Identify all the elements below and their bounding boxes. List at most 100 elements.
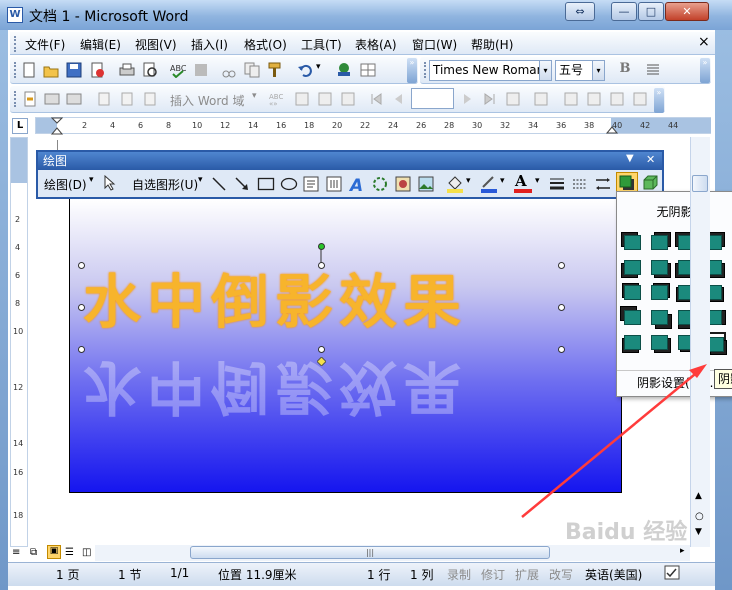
text-box-icon[interactable] (303, 176, 319, 192)
switch-window-button[interactable]: ⇔ (565, 2, 595, 21)
status-extend[interactable]: 扩展 (515, 566, 539, 583)
print-layout-view-icon[interactable]: ▣ (47, 545, 61, 559)
line-icon[interactable] (211, 176, 227, 192)
spelling-grammar-icon[interactable]: ABC (170, 62, 186, 78)
status-track-changes[interactable]: 修订 (481, 566, 505, 583)
find-entry-icon[interactable] (505, 91, 521, 107)
horizontal-ruler[interactable]: 2 4 6 8 10 12 14 16 18 20 22 24 26 28 30… (35, 117, 711, 135)
insert-wordart-icon[interactable]: A (349, 175, 367, 193)
open-icon[interactable] (43, 62, 59, 78)
scroll-right-icon[interactable]: ▸ (680, 546, 685, 556)
status-language[interactable]: 英语(美国) (585, 566, 642, 583)
outline-view-icon[interactable]: ☰ (65, 547, 74, 558)
match-fields-icon[interactable] (317, 91, 333, 107)
horizontal-scroll-thumb[interactable]: ||| (190, 546, 550, 559)
dash-style-icon[interactable] (572, 176, 588, 192)
diagram-icon[interactable] (372, 176, 388, 192)
new-document-icon[interactable] (21, 62, 37, 78)
print-icon[interactable] (119, 62, 135, 78)
permission-icon[interactable] (89, 62, 105, 78)
shadow-style-option[interactable] (621, 282, 645, 304)
title-bar[interactable]: W 文档 1 - Microsoft Word ⇔ — □ ✕ (0, 0, 732, 30)
resize-handle-se[interactable] (558, 346, 565, 353)
menu-window[interactable]: 窗口(W) (412, 36, 457, 53)
font-size-dropdown-icon[interactable]: ▾ (592, 60, 605, 81)
merge-to-email-icon[interactable] (609, 91, 625, 107)
cut-icon[interactable] (221, 62, 237, 78)
arrow-tool-icon[interactable] (234, 176, 250, 192)
menu-edit[interactable]: 编辑(E) (80, 36, 121, 53)
oval-icon[interactable] (280, 176, 298, 192)
insert-word-field-button[interactable]: 插入 Word 域 (170, 92, 244, 109)
view-merged-data-icon[interactable]: ABC«» (269, 91, 285, 107)
menu-file[interactable]: 文件(F) (25, 36, 65, 53)
formatting-toolbar-options-icon[interactable]: » (700, 58, 710, 83)
menu-help[interactable]: 帮助(H) (471, 36, 513, 53)
vertical-scroll-thumb[interactable] (692, 175, 708, 192)
save-icon[interactable] (66, 62, 82, 78)
undo-icon[interactable] (297, 62, 313, 78)
menubar-grip[interactable] (14, 36, 17, 52)
hyperlink-icon[interactable] (336, 62, 352, 78)
next-record-icon[interactable] (460, 91, 476, 107)
normal-view-icon[interactable]: ≡ (12, 547, 20, 558)
indent-marker-icon[interactable] (51, 117, 63, 135)
minimize-button[interactable]: — (611, 2, 637, 21)
tables-borders-icon[interactable] (360, 62, 376, 78)
drawing-toolbar-title[interactable]: 绘图 (38, 152, 662, 170)
format-painter-icon[interactable] (267, 62, 283, 78)
research-icon[interactable] (193, 62, 209, 78)
vertical-scrollbar[interactable] (690, 137, 710, 547)
web-layout-view-icon[interactable]: ⧉ (30, 547, 37, 558)
check-errors-icon[interactable] (533, 91, 549, 107)
fill-color-dropdown-icon[interactable]: ▾ (466, 176, 471, 186)
autoshapes-dropdown-icon[interactable]: ▾ (198, 175, 203, 185)
vertical-ruler[interactable]: 2 4 6 8 10 12 14 16 18 (10, 137, 28, 547)
print-preview-icon[interactable] (142, 62, 158, 78)
last-record-icon[interactable] (482, 91, 498, 107)
insert-greeting-line-icon[interactable] (119, 91, 135, 107)
line-style-icon[interactable] (549, 176, 565, 192)
tab-selector[interactable]: L (12, 118, 28, 134)
menu-view[interactable]: 视图(V) (135, 36, 177, 53)
shadow-style-option[interactable] (648, 257, 672, 279)
standard-toolbar-options-icon[interactable]: » (407, 58, 417, 83)
font-color-icon[interactable]: A (515, 172, 527, 190)
menu-insert[interactable]: 插入(I) (191, 36, 228, 53)
menu-tools[interactable]: 工具(T) (301, 36, 342, 53)
draw-menu-button[interactable]: 绘图(D) (44, 176, 87, 193)
resize-handle-nw[interactable] (78, 262, 85, 269)
previous-object-icon[interactable]: ▲ (695, 491, 702, 501)
standard-toolbar-grip[interactable] (14, 62, 17, 78)
shadow-style-option[interactable] (621, 332, 645, 354)
word-app-icon[interactable]: W (7, 7, 23, 23)
drawing-toolbar-options-icon[interactable]: ▼ (626, 153, 634, 164)
clip-art-icon[interactable] (395, 176, 411, 192)
undo-dropdown-icon[interactable]: ▾ (316, 62, 321, 72)
vertical-text-box-icon[interactable] (326, 176, 342, 192)
no-shadow-option[interactable]: 无阴影 (617, 197, 732, 227)
menu-format[interactable]: 格式(O) (244, 36, 287, 53)
font-color-dropdown-icon[interactable]: ▾ (535, 176, 540, 186)
resize-handle-sw[interactable] (78, 346, 85, 353)
shadow-style-option[interactable] (648, 332, 672, 354)
formatting-toolbar-grip[interactable] (424, 62, 427, 78)
line-color-icon[interactable] (480, 174, 498, 193)
rectangle-icon[interactable] (257, 176, 275, 192)
merge-to-new-document-icon[interactable] (563, 91, 579, 107)
bold-button[interactable]: B (616, 61, 634, 80)
mail-merge-toolbar-grip[interactable] (14, 91, 17, 107)
font-name-combo[interactable]: Times New Roman (429, 60, 540, 81)
resize-handle-n[interactable] (318, 262, 325, 269)
shadow-style-option[interactable] (648, 307, 672, 329)
merge-to-printer-icon[interactable] (586, 91, 602, 107)
shadow-style-option[interactable] (648, 282, 672, 304)
maximize-button[interactable]: □ (638, 2, 664, 21)
go-to-record-input[interactable] (411, 88, 454, 109)
open-data-source-icon[interactable] (44, 91, 60, 107)
resize-handle-s[interactable] (318, 346, 325, 353)
align-icon[interactable] (645, 62, 661, 78)
mail-merge-toolbar-options-icon[interactable]: » (654, 88, 664, 113)
select-browse-object-icon[interactable]: ○ (695, 511, 704, 522)
arrow-style-icon[interactable] (595, 176, 611, 192)
